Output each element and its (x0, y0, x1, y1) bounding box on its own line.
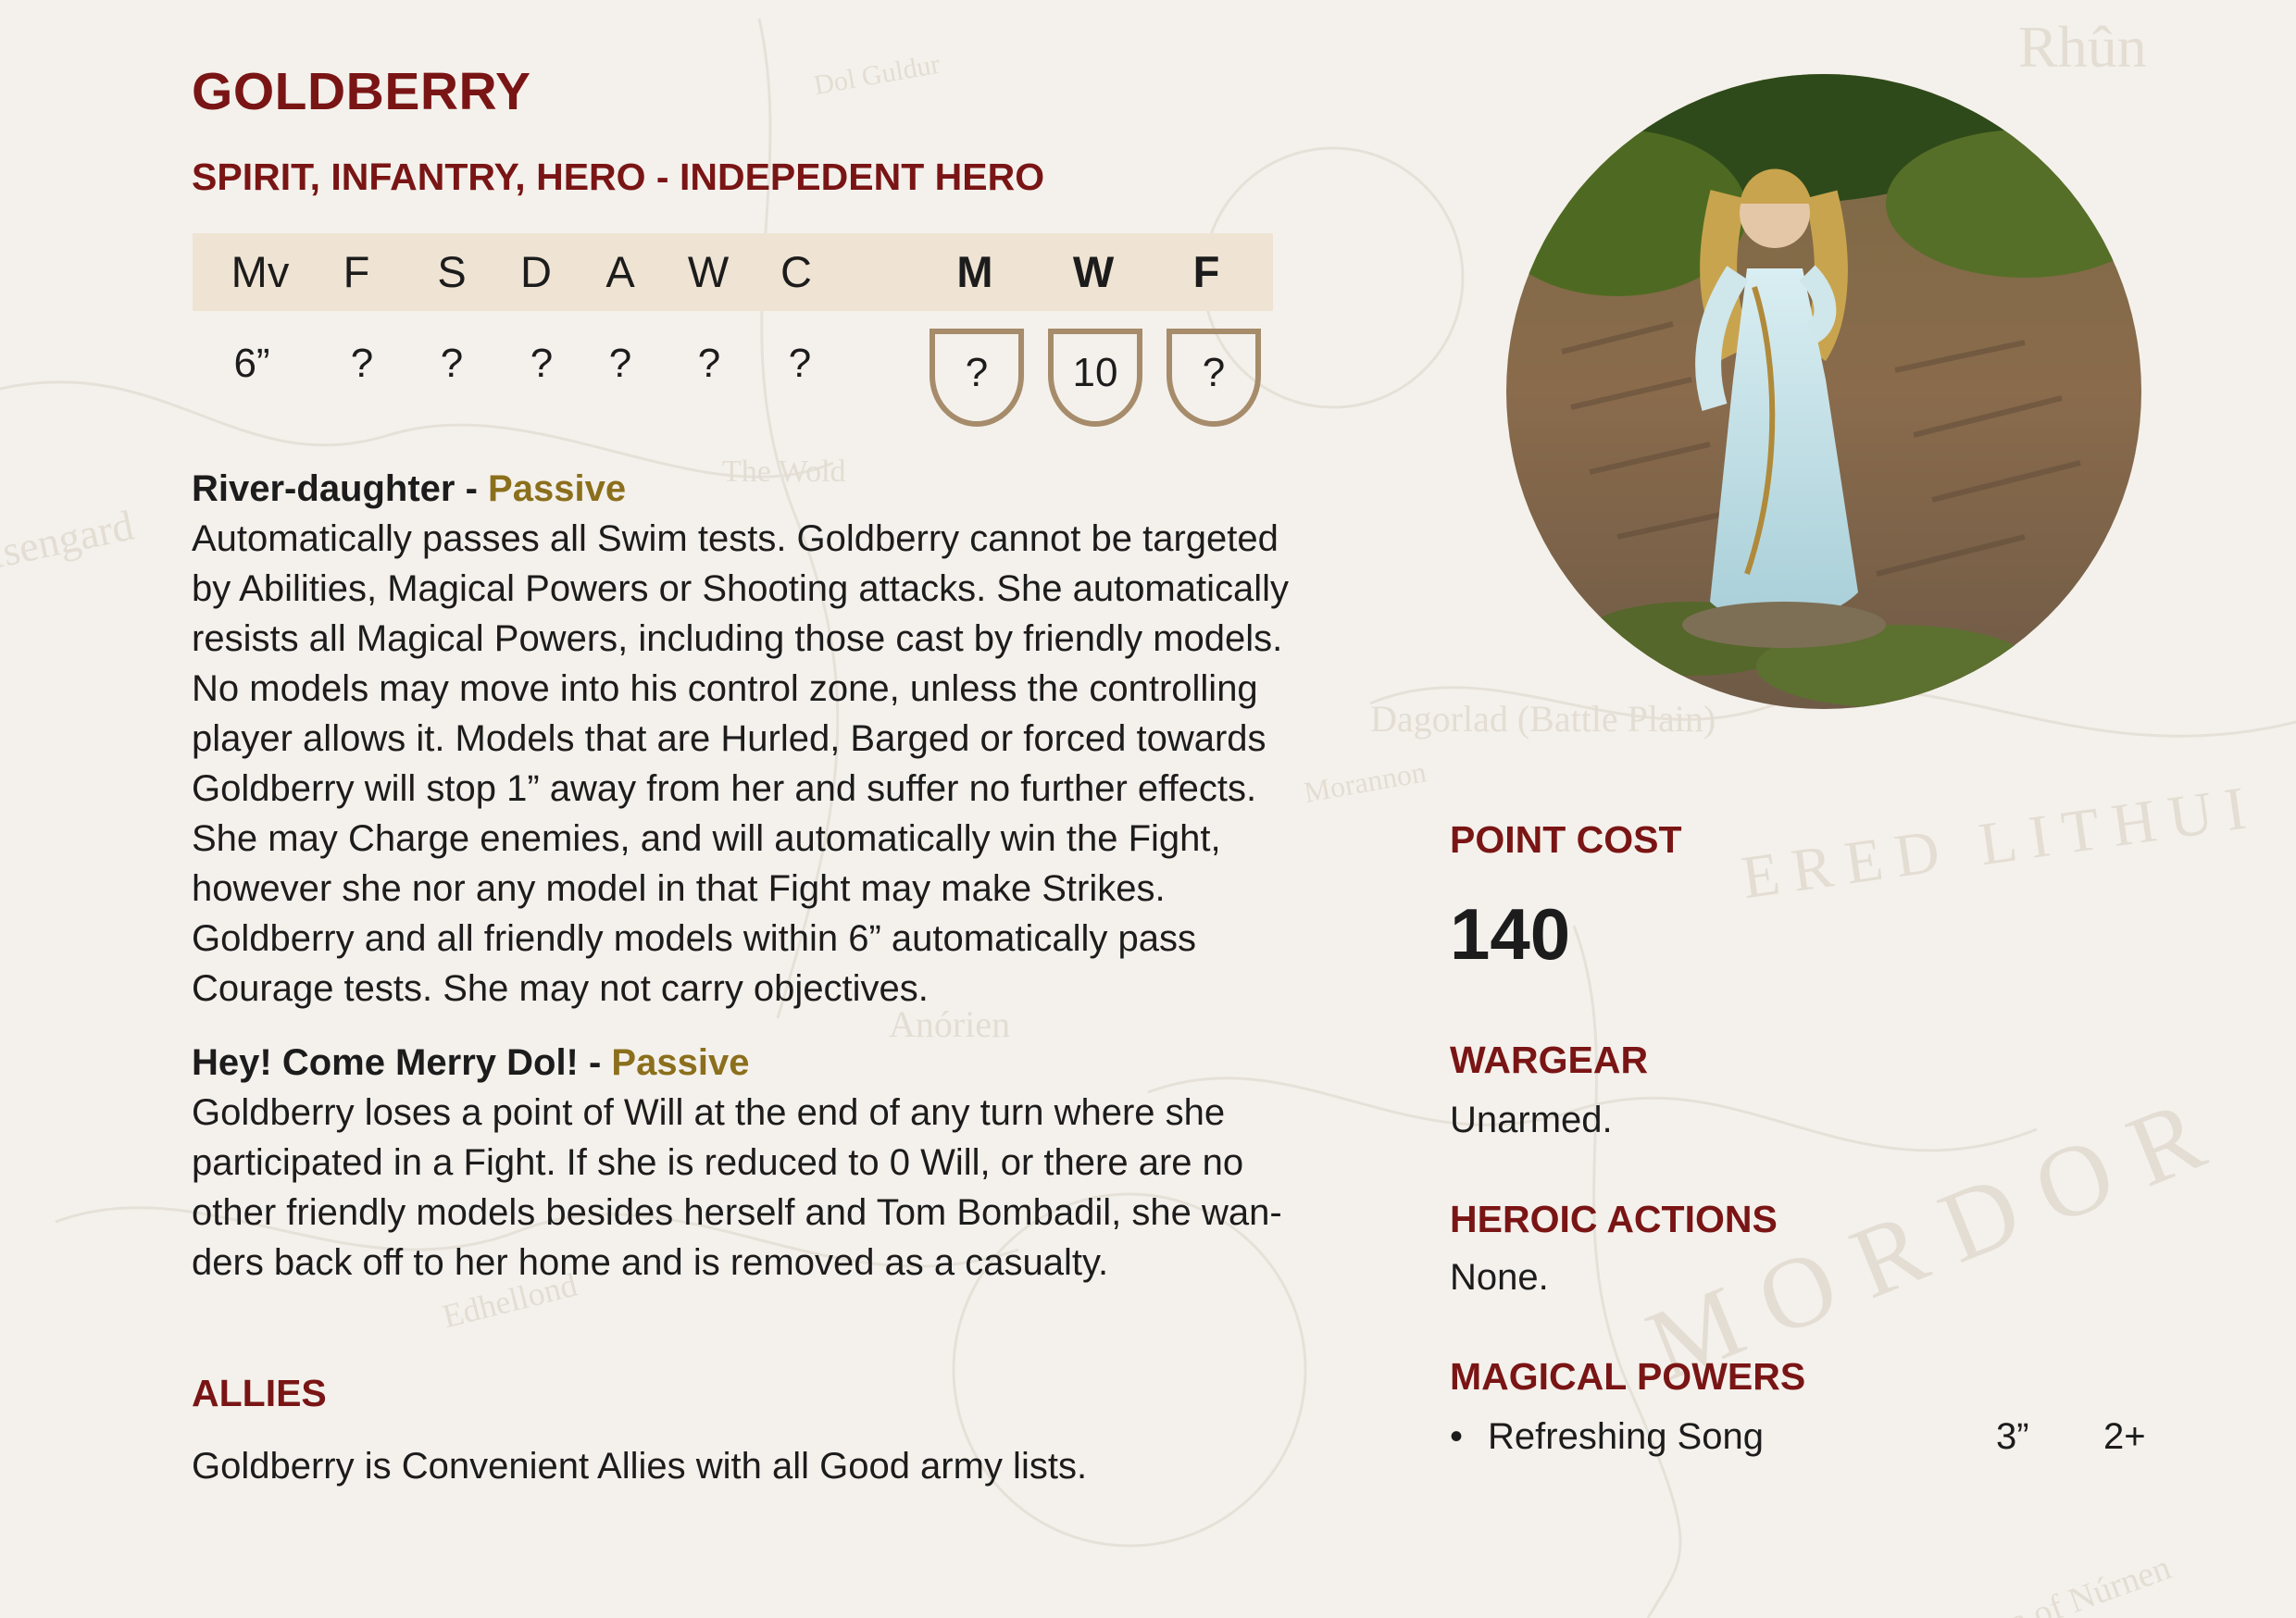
stat-header-band: Mv F S D A W C M W F (193, 233, 1273, 311)
profile-keywords: SPIRIT, INFANTRY, HERO - INDEPEDENT HERO (192, 156, 1045, 198)
rule-title: Hey! Come Merry Dol! - Passive (192, 1038, 1349, 1088)
rule-title: River-daughter - Passive (192, 464, 1349, 514)
rule-text-line: Goldberry will stop 1” away from her and… (192, 768, 1257, 809)
profile-title: GOLDBERRY (192, 62, 531, 121)
miniature-portrait (1506, 74, 2141, 709)
stat-header-might: M (956, 247, 993, 296)
rule-text-line: Goldberry and all friendly models within… (192, 918, 1196, 959)
goldberry-miniature-image (1506, 74, 2141, 709)
rule-text-line: Courage tests. She may not carry objecti… (192, 968, 929, 1009)
profile-card: GOLDBERRY SPIRIT, INFANTRY, HERO - INDEP… (0, 0, 2296, 1618)
stat-header-w: W (687, 247, 730, 296)
rule-text-line: Goldberry loses a point of Will at the e… (192, 1092, 1226, 1133)
stat-value-mv: 6” (233, 341, 270, 386)
stat-header-will: W (1072, 247, 1115, 296)
allies-text: Goldberry is Convenient Allies with all … (192, 1446, 1088, 1487)
power-name: Refreshing Song (1488, 1416, 1764, 1457)
rule-text-line: Automatically passes all Swim tests. Gol… (192, 518, 1279, 559)
rule-separator: - (578, 1042, 612, 1083)
rule-text-line: No models may move into his control zone… (192, 668, 1258, 709)
heroic-actions-heading: HEROIC ACTIONS (1450, 1198, 1778, 1240)
stat-header-s: S (437, 247, 467, 296)
wargear-value: Unarmed. (1450, 1100, 1613, 1140)
stat-value-s: ? (440, 341, 464, 386)
rule-river-daughter: River-daughter - Passive Automatically p… (192, 464, 1349, 1014)
rule-text-line: participated in a Fight. If she is reduc… (192, 1142, 1244, 1183)
stat-header-a: A (605, 247, 635, 296)
rule-text-line: She may Charge enemies, and will automat… (192, 818, 1221, 859)
fate-shield: ? (1166, 328, 1262, 428)
rule-text-line: other friendly models besides herself an… (192, 1192, 1282, 1233)
power-casting-value: 2+ (2103, 1416, 2146, 1457)
rule-type: Passive (611, 1042, 750, 1083)
rule-text-line: ders back off to her home and is removed… (192, 1242, 1109, 1283)
rule-text-line: player allows it. Models that are Hurled… (192, 718, 1267, 759)
stat-value-f: ? (350, 341, 374, 386)
stat-value-w: ? (697, 341, 721, 386)
rule-hey-come-merry-dol: Hey! Come Merry Dol! - Passive Goldberry… (192, 1038, 1349, 1288)
heroic-actions-value: None. (1450, 1257, 1549, 1298)
stat-value-will: 10 (1072, 350, 1118, 395)
stat-header-f: F (343, 247, 370, 296)
bullet-point-icon: • (1450, 1416, 1464, 1457)
rule-text-line: however she nor any model in that Fight … (192, 868, 1166, 909)
wargear-heading: WARGEAR (1450, 1039, 1649, 1081)
stat-value-fate: ? (1202, 350, 1226, 395)
allies-heading: ALLIES (192, 1372, 327, 1414)
rule-text-line: by Abilities, Magical Powers or Shooting… (192, 568, 1290, 609)
stat-header-fate: F (1192, 247, 1220, 296)
stat-value-might: ? (965, 350, 989, 395)
rule-name: Hey! Come Merry Dol! (192, 1042, 579, 1083)
stat-value-d: ? (530, 341, 554, 386)
stat-value-a: ? (608, 341, 632, 386)
rule-type: Passive (488, 468, 627, 509)
rule-separator: - (455, 468, 489, 509)
stat-header-c: C (780, 247, 812, 296)
power-range: 3” (1996, 1416, 2029, 1457)
will-shield: 10 (1047, 328, 1143, 428)
rule-name: River-daughter (192, 468, 455, 509)
stat-value-c: ? (788, 341, 812, 386)
stat-header-mv: Mv (231, 247, 290, 296)
might-shield: ? (929, 328, 1025, 428)
magical-powers-heading: MAGICAL POWERS (1450, 1355, 1806, 1398)
rule-text-line: resists all Magical Powers, including th… (192, 618, 1283, 659)
point-cost-value: 140 (1450, 893, 1571, 975)
stat-header-d: D (520, 247, 552, 296)
point-cost-heading: POINT COST (1450, 818, 1682, 861)
